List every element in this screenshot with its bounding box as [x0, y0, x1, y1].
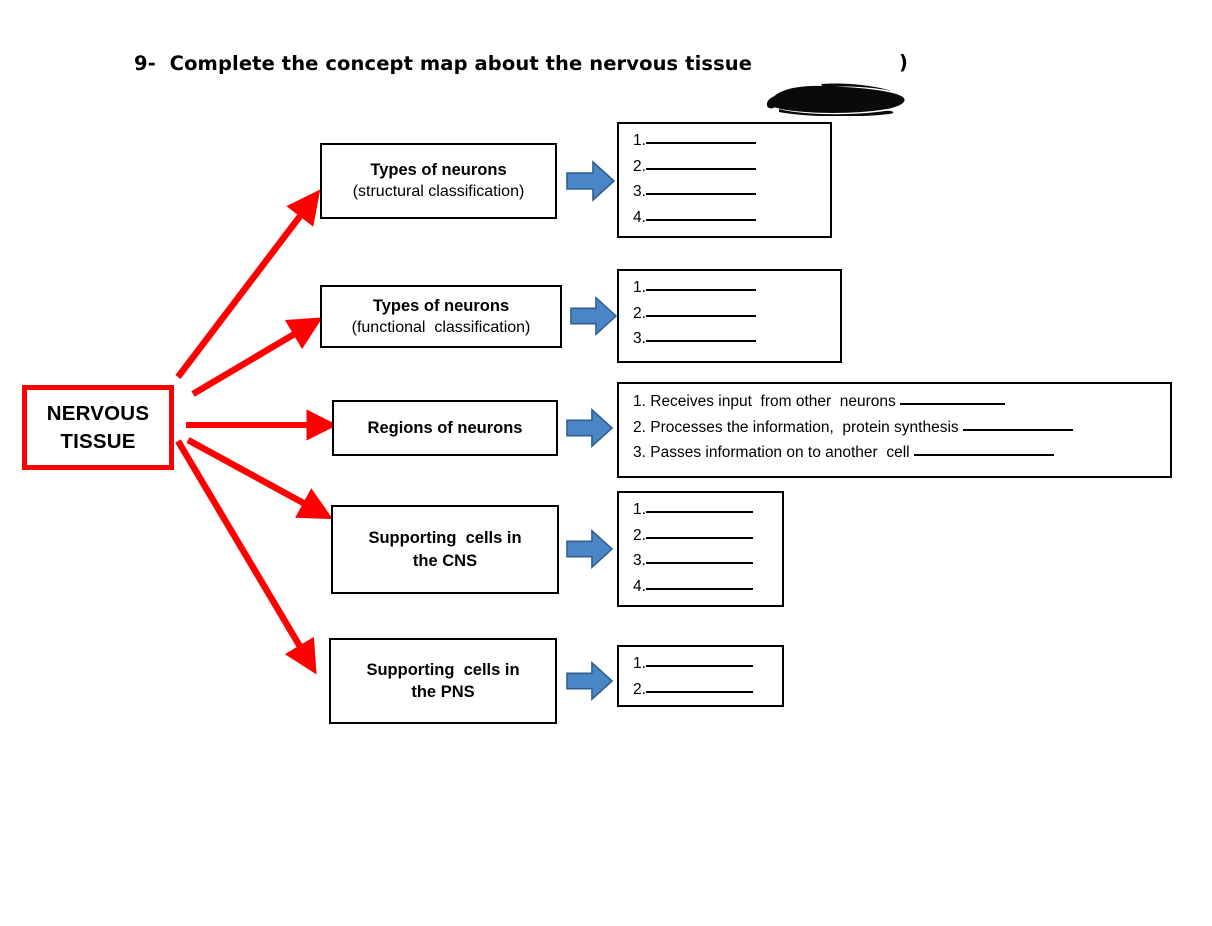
category-title-cns: Supporting cells in	[368, 529, 522, 548]
answer-box-pns: 1. 2.	[617, 645, 784, 707]
category-subtitle-structural: (structural classification)	[352, 183, 525, 201]
root-node-line-1: NERVOUS	[46, 402, 150, 426]
red-arrow-functional	[191, 317, 323, 397]
answer-blank-rule[interactable]	[645, 587, 753, 590]
answer-line: 2.	[633, 157, 830, 175]
answer-number: 2.	[633, 157, 646, 175]
answer-line: 2.	[633, 304, 840, 322]
blue-arrow-pns	[566, 659, 614, 703]
answer-line: 2.	[633, 680, 782, 698]
category-box-regions: Regions of neurons	[332, 400, 558, 456]
answer-number: 3.	[633, 330, 646, 347]
answer-number: 2.	[633, 304, 646, 322]
blue-arrow-cns	[566, 527, 614, 571]
answer-label: Processes the information, protein synth…	[645, 418, 963, 436]
answer-line: 3.	[633, 331, 840, 347]
category-box-functional: Types of neurons (functional classificat…	[320, 285, 562, 348]
answer-blank-rule[interactable]	[645, 142, 756, 144]
page-title-number: 9-	[134, 51, 156, 75]
answer-line: 1.	[633, 280, 840, 296]
answer-box-regions: 1. Receives input from other neurons 2. …	[617, 382, 1172, 478]
answer-blank-rule[interactable]	[962, 428, 1073, 431]
blue-arrow-structural	[566, 159, 616, 203]
answer-number: 1.	[633, 393, 646, 410]
answer-blank-rule[interactable]	[645, 340, 756, 342]
answer-number: 3.	[633, 183, 646, 200]
category-subtitle-pns: the PNS	[411, 683, 475, 701]
answer-blank-rule[interactable]	[913, 454, 1054, 456]
answer-label: Receives input from other neurons	[645, 393, 901, 410]
answer-number: 2.	[633, 418, 646, 436]
answer-number: 1.	[633, 655, 646, 672]
answer-box-structural: 1. 2. 3. 4.	[617, 122, 832, 238]
worksheet-page: 9- Complete the concept map about the ne…	[0, 0, 1212, 926]
blue-arrow-functional	[570, 294, 618, 338]
answer-line: 4.	[633, 577, 782, 595]
answer-box-cns: 1. 2. 3. 4.	[617, 491, 784, 607]
answer-number: 2.	[633, 680, 646, 698]
answer-line: 3.	[633, 553, 782, 569]
answer-line: 1.	[633, 133, 830, 149]
answer-blank-rule[interactable]	[645, 665, 753, 667]
answer-line: 1.	[633, 502, 782, 518]
black-scribble-redaction-icon: )	[761, 46, 911, 116]
answer-blank-rule[interactable]	[645, 536, 753, 539]
category-title-functional: Types of neurons	[372, 296, 510, 315]
answer-line: 3. Passes information on to another cell	[633, 445, 1170, 461]
answer-number: 1.	[633, 132, 646, 149]
answer-blank-rule[interactable]	[645, 314, 756, 317]
answer-line: 3.	[633, 184, 830, 200]
category-subtitle-functional: (functional classification)	[351, 318, 531, 336]
answer-blank-rule[interactable]	[645, 562, 753, 564]
answer-blank-rule[interactable]	[645, 690, 753, 693]
answer-number: 3.	[633, 552, 646, 569]
category-box-structural: Types of neurons (structural classificat…	[320, 143, 557, 219]
category-title-regions: Regions of neurons	[367, 418, 523, 437]
blue-arrow-regions	[566, 406, 614, 450]
red-arrow-cns	[186, 437, 333, 520]
page-title-text: Complete the concept map about the nervo…	[155, 51, 759, 75]
category-title-pns: Supporting cells in	[366, 660, 520, 679]
answer-number: 1.	[633, 501, 646, 518]
answer-blank-rule[interactable]	[645, 511, 753, 513]
answer-number: 4.	[633, 208, 646, 226]
answer-blank-rule[interactable]	[900, 403, 1006, 405]
red-arrow-structural	[175, 189, 321, 379]
category-subtitle-cns: the CNS	[412, 551, 478, 570]
page-title: 9- Complete the concept map about the ne…	[134, 46, 911, 116]
answer-number: 2.	[633, 526, 646, 544]
red-arrow-pns	[175, 439, 317, 675]
answer-line: 2.	[633, 526, 782, 544]
answer-box-functional: 1. 2. 3.	[617, 269, 842, 363]
root-node-nervous-tissue: NERVOUS TISSUE	[22, 385, 174, 470]
answer-line: 1. Receives input from other neurons	[633, 394, 1170, 410]
category-title-structural: Types of neurons	[370, 161, 507, 180]
answer-line: 1.	[633, 656, 782, 672]
answer-line: 2. Processes the information, protein sy…	[633, 418, 1170, 436]
answer-number: 3.	[633, 444, 646, 461]
answer-number: 1.	[633, 279, 646, 296]
answer-blank-rule[interactable]	[645, 193, 756, 195]
category-box-cns: Supporting cells in the CNS	[331, 505, 559, 594]
answer-blank-rule[interactable]	[645, 289, 756, 291]
answer-label: Passes information on to another cell	[645, 444, 914, 461]
answer-number: 4.	[633, 577, 646, 595]
root-node-line-2: TISSUE	[60, 429, 136, 453]
title-trailing-paren: )	[898, 51, 908, 74]
answer-blank-rule[interactable]	[645, 218, 756, 221]
category-box-pns: Supporting cells in the PNS	[329, 638, 557, 724]
answer-blank-rule[interactable]	[645, 167, 756, 170]
answer-line: 4.	[633, 208, 830, 226]
